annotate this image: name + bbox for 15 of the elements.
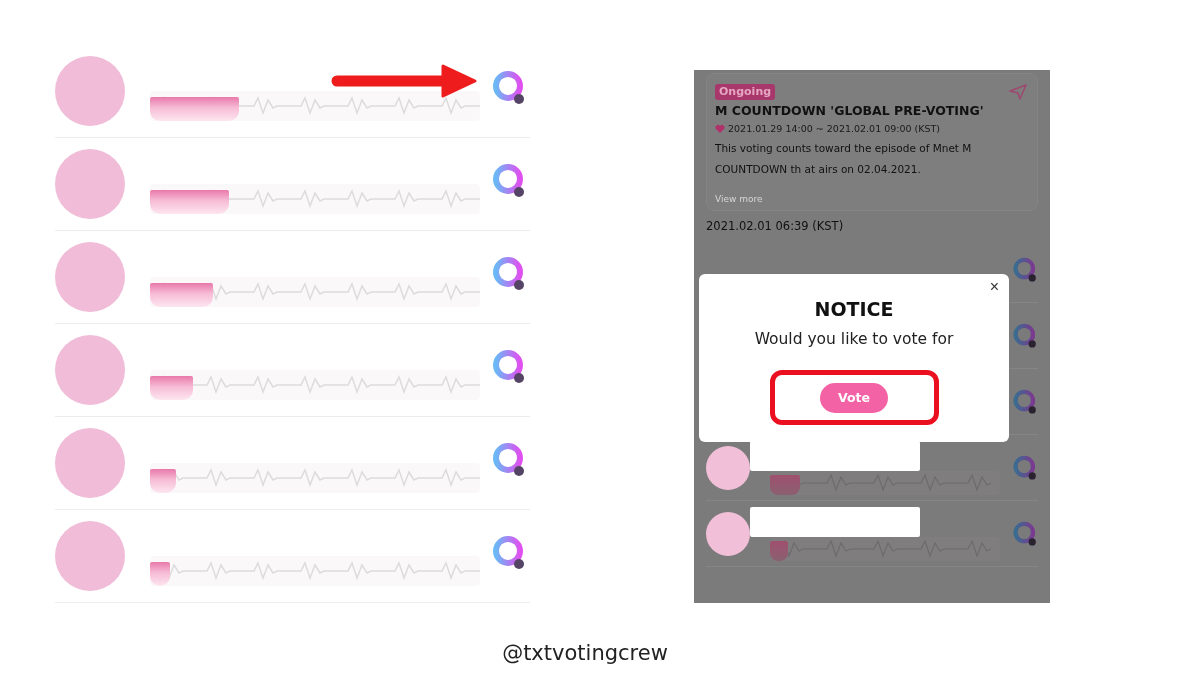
- view-more-link[interactable]: View more: [715, 194, 763, 204]
- timestamp: 2021.02.01 06:39 (KST): [706, 219, 845, 233]
- status-badge: Ongoing: [715, 84, 776, 100]
- credit-text: @txtvotingcrew: [501, 641, 669, 665]
- vote-button[interactable]: Vote: [820, 382, 888, 413]
- arrow-icon: [331, 64, 477, 98]
- dialog-message: Would you like to vote for: [754, 330, 954, 348]
- vote-title: M COUNTDOWN 'GLOBAL PRE-VOTING': [715, 103, 984, 118]
- vote-description: This voting counts toward the episode of Mnet M COUNTDOWN th at airs on 02.04.2021.: [715, 141, 973, 177]
- vote-period: 2021.01.29 14:00 ~ 2021.02.01 09:00 (KST): [728, 123, 941, 134]
- avatar: [706, 511, 750, 556]
- dialog-title: NOTICE: [814, 298, 894, 320]
- close-button[interactable]: ×: [985, 278, 1003, 296]
- heart-icon: [715, 123, 725, 134]
- avatar: [706, 445, 750, 490]
